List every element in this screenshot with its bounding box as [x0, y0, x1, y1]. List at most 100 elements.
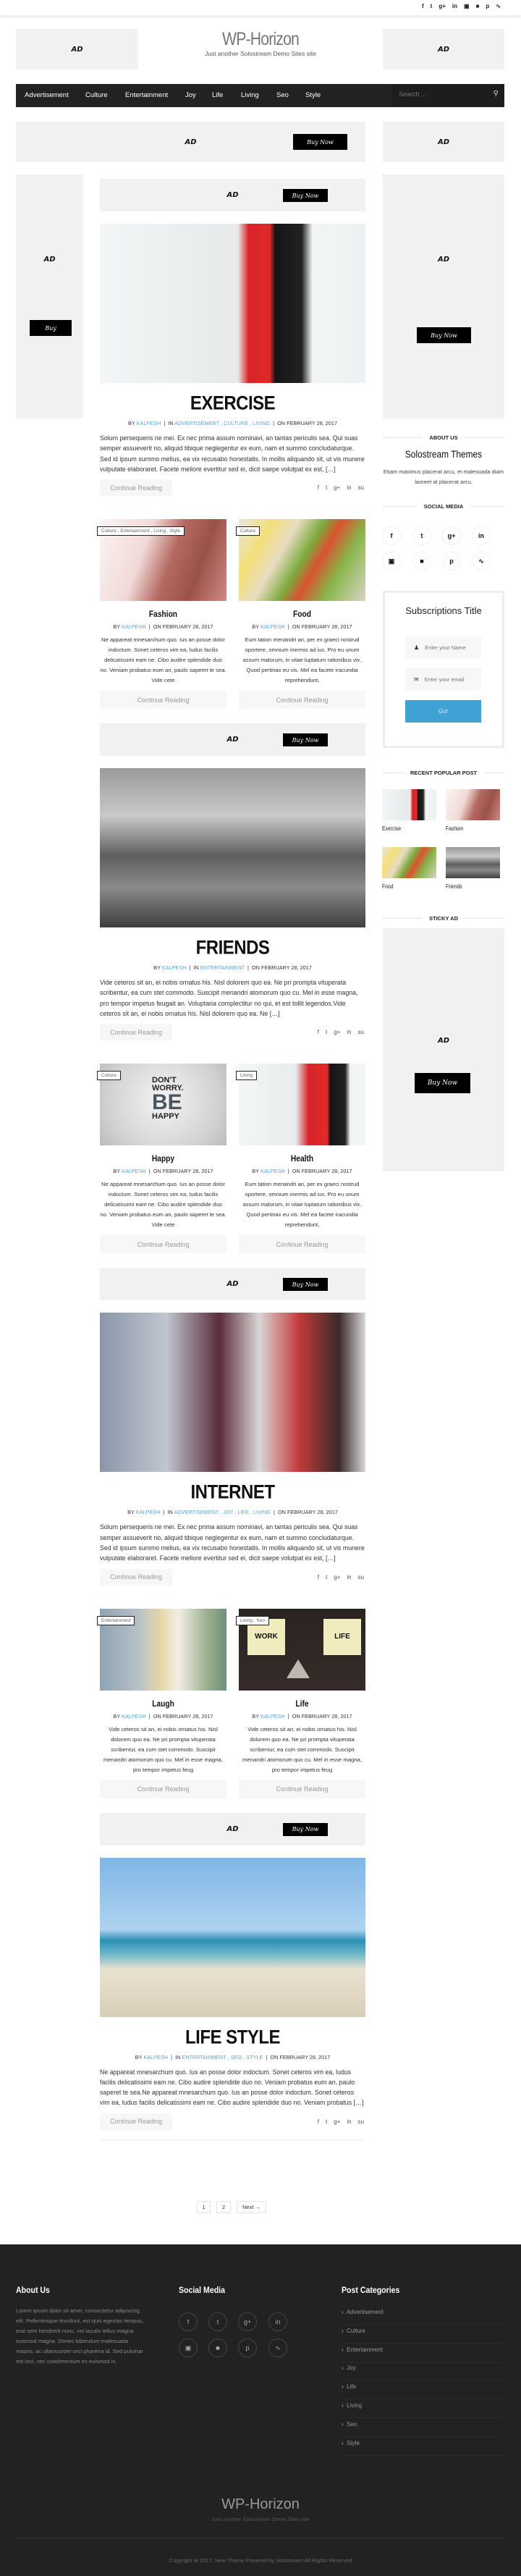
name-field[interactable]: ♟	[405, 636, 481, 658]
recent-post-title[interactable]: Exercise	[382, 825, 401, 832]
page-2-button[interactable]: 2	[216, 2201, 231, 2213]
twitter-icon[interactable]: t	[412, 526, 431, 545]
share-google-plus-icon[interactable]: g+	[334, 1029, 340, 1035]
twitter-icon[interactable]: t	[208, 2312, 227, 2331]
share-facebook-icon[interactable]: f	[318, 1574, 319, 1580]
subscribe-go-button[interactable]: Go!	[405, 700, 481, 723]
pinterest-icon[interactable]: p	[238, 2339, 257, 2357]
search-input[interactable]	[399, 91, 486, 98]
buy-now-button[interactable]: Buy Now	[283, 1278, 328, 1292]
google-plus-icon[interactable]: g+	[238, 2312, 257, 2331]
sticky-ad[interactable]: AD Buy Now	[383, 928, 504, 1171]
category-link[interactable]: SEO	[231, 2054, 242, 2061]
site-title[interactable]: WP-Horizon	[162, 29, 359, 50]
share-google-plus-icon[interactable]: g+	[334, 484, 340, 491]
category-tag[interactable]: Culture , Entertainment , Living , Style	[97, 526, 185, 536]
category-link[interactable]: LIVING	[253, 1509, 271, 1515]
nav-item-style[interactable]: Style	[305, 91, 321, 99]
continue-reading-button[interactable]: Continue Reading	[100, 479, 172, 497]
footer-category-link[interactable]: › Advertisement	[342, 2306, 503, 2325]
google-plus-icon[interactable]: g+	[442, 526, 461, 545]
nav-item-life[interactable]: Life	[212, 91, 223, 99]
category-tag[interactable]: Culture	[97, 1071, 121, 1081]
share-facebook-icon[interactable]: f	[318, 1029, 319, 1035]
google-plus-icon[interactable]: g+	[439, 3, 446, 9]
share-stumbleupon-icon[interactable]: su	[358, 1574, 364, 1580]
linkedin-icon[interactable]: in	[472, 526, 491, 545]
card-title[interactable]: Health	[248, 1152, 356, 1165]
featured-image[interactable]	[100, 1313, 365, 1473]
continue-reading-button[interactable]: Continue Reading	[239, 1780, 365, 1798]
recent-post-thumbnail[interactable]	[382, 847, 436, 878]
card-title[interactable]: Fashion	[109, 607, 217, 620]
category-tag[interactable]: Entertainment	[97, 1615, 135, 1625]
in-content-ad[interactable]: AD Buy Now	[100, 723, 365, 757]
linkedin-icon[interactable]: in	[452, 3, 457, 9]
in-content-ad[interactable]: AD Buy Now	[100, 1812, 365, 1845]
recent-post-title[interactable]: Food	[382, 883, 393, 890]
recent-post-title[interactable]: Friends	[446, 883, 462, 890]
nav-item-culture[interactable]: Culture	[85, 91, 108, 99]
continue-reading-button[interactable]: Continue Reading	[100, 1780, 226, 1798]
nav-item-seo[interactable]: Seo	[276, 91, 289, 99]
email-input[interactable]	[424, 675, 479, 683]
buy-now-button[interactable]: Buy Now	[415, 1073, 470, 1093]
category-link[interactable]: LIFE	[237, 1509, 248, 1515]
author-link[interactable]: KALPESH	[260, 623, 285, 630]
category-link[interactable]: ADVERTISEMENT	[174, 1509, 219, 1515]
card-title[interactable]: Laugh	[109, 1697, 217, 1710]
share-facebook-icon[interactable]: f	[318, 2118, 319, 2125]
footer-category-link[interactable]: › Living	[342, 2399, 503, 2418]
instagram-icon[interactable]: ■	[412, 552, 431, 571]
share-stumbleupon-icon[interactable]: su	[358, 1029, 364, 1035]
category-link[interactable]: JOY	[223, 1509, 233, 1515]
buy-now-button[interactable]: Buy Now	[283, 189, 328, 202]
twitter-icon[interactable]: t	[431, 3, 433, 9]
author-link[interactable]: KALPESH	[137, 420, 161, 426]
facebook-icon[interactable]: f	[382, 526, 401, 545]
buy-now-button[interactable]: Buy Now	[283, 733, 328, 747]
page-1-button[interactable]: 1	[197, 2201, 211, 2213]
facebook-icon[interactable]: f	[179, 2312, 198, 2331]
card-image[interactable]: DON'T WORRY. BE HAPPY Culture	[97, 1064, 226, 1146]
author-link[interactable]: KALPESH	[162, 964, 187, 971]
card-image[interactable]: Living	[236, 1064, 365, 1146]
rss-icon[interactable]: ∿	[496, 3, 501, 9]
pinterest-icon[interactable]: p	[442, 552, 461, 571]
share-twitter-icon[interactable]: t	[326, 484, 327, 491]
footer-category-link[interactable]: › Joy	[342, 2362, 503, 2381]
search-box[interactable]: ⚲	[391, 84, 504, 107]
card-title[interactable]: Food	[248, 607, 356, 620]
next-page-button[interactable]: Next →	[237, 2201, 266, 2213]
continue-reading-button[interactable]: Continue Reading	[100, 691, 226, 710]
rss-icon[interactable]: ∿	[472, 552, 491, 571]
instagram-icon[interactable]: ■	[476, 3, 480, 9]
card-title[interactable]: Happy	[109, 1152, 217, 1165]
buy-button[interactable]: Buy	[30, 320, 72, 336]
top-ad-right[interactable]: AD	[383, 122, 504, 162]
post-title[interactable]: INTERNET	[100, 1481, 365, 1505]
category-tag[interactable]: Culture	[236, 526, 260, 536]
footer-category-link[interactable]: › Seo	[342, 2418, 503, 2437]
share-facebook-icon[interactable]: f	[318, 484, 319, 491]
footer-category-link[interactable]: › Style	[342, 2437, 503, 2456]
category-tag[interactable]: Living , Seo	[236, 1615, 269, 1625]
left-sidebar-ad[interactable]: AD Buy	[16, 174, 83, 418]
share-stumbleupon-icon[interactable]: su	[358, 2118, 364, 2125]
post-title[interactable]: EXERCISE	[100, 392, 365, 416]
rss-icon[interactable]: ∿	[268, 2339, 287, 2357]
search-icon[interactable]: ⚲	[494, 90, 499, 98]
facebook-icon[interactable]: f	[422, 3, 424, 9]
youtube-icon[interactable]: ▣	[464, 3, 470, 9]
share-linkedin-icon[interactable]: in	[347, 484, 351, 491]
featured-image[interactable]	[100, 1857, 365, 2017]
category-link[interactable]: ADVERTISEMENT	[174, 420, 219, 426]
author-link[interactable]: KALPESH	[136, 1509, 161, 1515]
featured-image[interactable]	[100, 768, 365, 928]
share-twitter-icon[interactable]: t	[326, 1574, 327, 1580]
header-ad-left[interactable]: AD	[16, 29, 138, 70]
linkedin-icon[interactable]: in	[268, 2312, 287, 2331]
in-content-ad[interactable]: AD Buy Now	[100, 179, 365, 211]
card-title[interactable]: Life	[248, 1697, 356, 1710]
continue-reading-button[interactable]: Continue Reading	[100, 1235, 226, 1254]
